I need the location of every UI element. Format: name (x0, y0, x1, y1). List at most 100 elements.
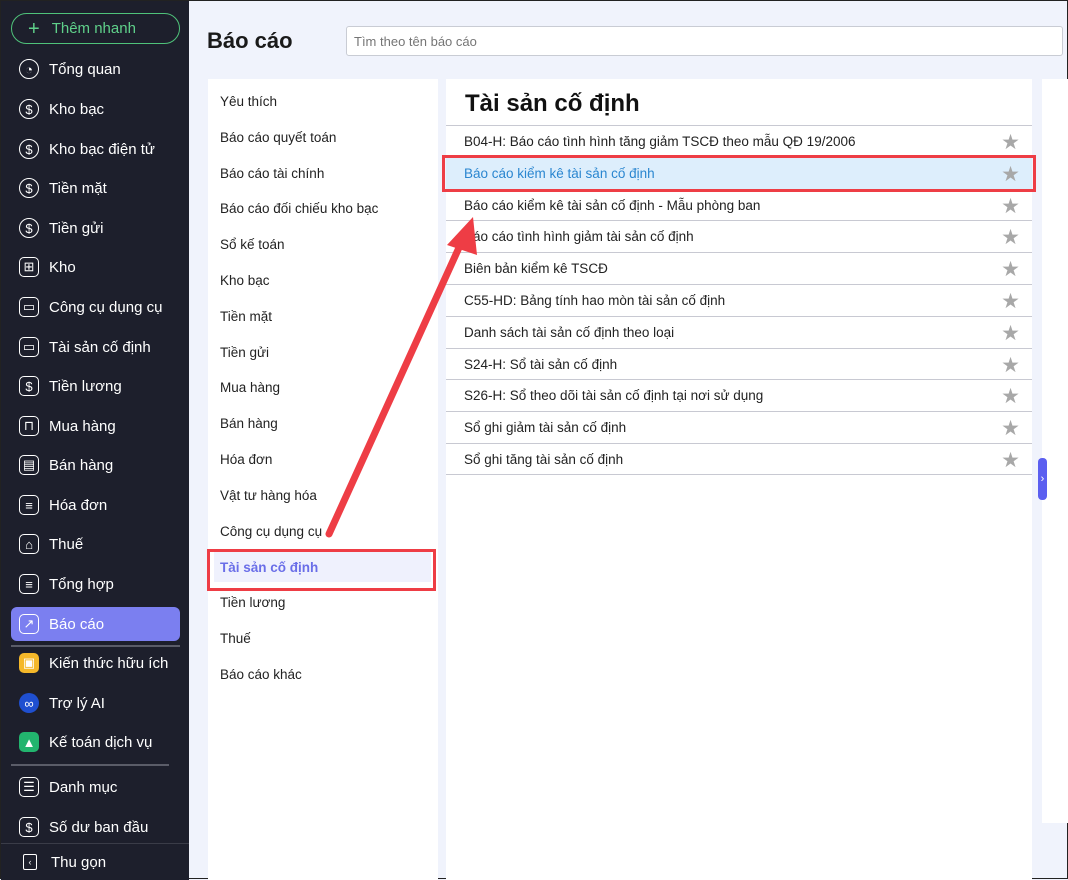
tien-luong-icon: $ (19, 376, 39, 396)
sidebar-item-label: Kho bạc (49, 100, 105, 118)
report-name[interactable]: C55-HD: Bảng tính hao mòn tài sản cố địn… (464, 293, 725, 308)
category-item[interactable]: Mua hàng (220, 380, 280, 395)
category-item[interactable]: Tiền gửi (220, 345, 269, 360)
favorite-star-icon[interactable]: ★ (1001, 448, 1020, 473)
favorite-star-icon[interactable]: ★ (1001, 353, 1020, 378)
report-name[interactable]: Sổ ghi giảm tài sản cố định (464, 420, 626, 435)
sidebar-item-mua-hang[interactable]: ⊓ Mua hàng (11, 409, 180, 443)
collapse-button[interactable]: ‹ Thu gọn (1, 843, 189, 880)
report-row[interactable]: C55-HD: Bảng tính hao mòn tài sản cố địn… (446, 284, 1032, 316)
sidebar-item-label: Tiền gửi (49, 219, 104, 237)
report-name[interactable]: Danh sách tài sản cố định theo loại (464, 325, 674, 340)
expand-panel-button[interactable]: › (1038, 458, 1047, 500)
sidebar-item-tong-quan[interactable]: ◔ Tổng quan (11, 52, 180, 86)
sidebar-item-label: Kế toán dịch vụ (49, 733, 153, 751)
favorite-star-icon[interactable]: ★ (1001, 384, 1020, 409)
report-row[interactable]: Báo cáo kiểm kê tài sản cố định - Mẫu ph… (446, 188, 1032, 221)
favorite-star-icon[interactable]: ★ (1001, 257, 1020, 282)
sidebar-item-tai-san-co-dinh[interactable]: ▭ Tài sản cố định (11, 330, 180, 364)
favorite-star-icon[interactable]: ★ (1001, 130, 1020, 155)
report-name[interactable]: Báo cáo kiểm kê tài sản cố định (464, 166, 655, 181)
danh-muc-icon: ☰ (19, 777, 39, 797)
category-item[interactable]: Báo cáo tài chính (220, 166, 324, 181)
sidebar-item-label: Bán hàng (49, 456, 114, 474)
sidebar-item-label: Tổng hợp (49, 575, 114, 593)
report-row[interactable]: Biên bản kiểm kê TSCĐ ★ (446, 252, 1032, 284)
report-name[interactable]: Sổ ghi tăng tài sản cố định (464, 452, 623, 467)
report-name[interactable]: Báo cáo tình hình giảm tài sản cố định (464, 229, 694, 244)
sidebar-item-kho-bac[interactable]: $ Kho bạc (11, 92, 180, 126)
report-name[interactable]: B04-H: Báo cáo tình hình tăng giảm TSCĐ … (464, 134, 855, 149)
sidebar-item-hoa-don[interactable]: ≡ Hóa đơn (11, 488, 180, 522)
sidebar-item-label: Số dư ban đầu (49, 818, 149, 836)
category-item[interactable]: Kho bạc (220, 273, 270, 288)
report-row[interactable]: B04-H: Báo cáo tình hình tăng giảm TSCĐ … (446, 125, 1032, 157)
divider (11, 645, 180, 647)
sidebar-item-danh-muc[interactable]: ☰ Danh mục (11, 770, 180, 804)
favorite-star-icon[interactable]: ★ (1001, 289, 1020, 314)
report-name[interactable]: Báo cáo kiểm kê tài sản cố định - Mẫu ph… (464, 198, 760, 213)
category-item[interactable]: Tiền mặt (220, 309, 272, 324)
sidebar-item-thue[interactable]: ⌂ Thuế (11, 527, 180, 561)
right-panel (1042, 79, 1068, 823)
sidebar-item-ke-toan-dich-vu[interactable]: ▲ Kế toán dịch vụ (11, 725, 180, 759)
sidebar-item-label: Tài sản cố định (49, 338, 151, 356)
favorite-star-icon[interactable]: ★ (1001, 321, 1020, 346)
quick-add-button[interactable]: + Thêm nhanh (11, 13, 180, 44)
sidebar-item-label: Báo cáo (49, 615, 105, 633)
sidebar-item-tien-mat[interactable]: $ Tiền mặt (11, 171, 180, 205)
sidebar-item-ban-hang[interactable]: ▤ Bán hàng (11, 448, 180, 482)
ke-toan-dich-vu-icon: ▲ (19, 732, 39, 752)
sidebar-item-label: Công cụ dụng cụ (49, 298, 163, 316)
category-item[interactable]: Báo cáo đối chiếu kho bạc (220, 201, 378, 216)
search-input[interactable] (346, 26, 1063, 56)
category-item[interactable]: Bán hàng (220, 416, 278, 431)
sidebar-item-tien-gui[interactable]: $ Tiền gửi (11, 211, 180, 245)
bao-cao-icon: ↗ (19, 614, 39, 634)
tien-mat-icon: $ (19, 178, 39, 198)
sidebar-item-kien-thuc-huu-ich[interactable]: ▣ Kiến thức hữu ích (11, 646, 180, 680)
category-item[interactable]: Yêu thích (220, 94, 277, 109)
favorite-star-icon[interactable]: ★ (1001, 416, 1020, 441)
favorite-star-icon[interactable]: ★ (1001, 194, 1020, 219)
report-row[interactable]: S26-H: Sổ theo dõi tài sản cố định tại n… (446, 379, 1032, 411)
report-name[interactable]: S26-H: Sổ theo dõi tài sản cố định tại n… (464, 388, 763, 403)
sidebar-item-kho[interactable]: ⊞ Kho (11, 250, 180, 284)
report-name[interactable]: S24-H: Sổ tài sản cố định (464, 357, 617, 372)
report-row[interactable]: Danh sách tài sản cố định theo loại ★ (446, 315, 1032, 348)
favorite-star-icon[interactable]: ★ (1001, 225, 1020, 250)
sidebar-item-tro-ly-ai[interactable]: ∞ Trợ lý AI (11, 686, 180, 720)
chevron-right-icon: › (1040, 473, 1045, 485)
cong-cu-dung-cu-icon: ▭ (19, 297, 39, 317)
ban-hang-icon: ▤ (19, 455, 39, 475)
favorite-star-icon[interactable]: ★ (1001, 162, 1020, 187)
sidebar-item-cong-cu-dung-cu[interactable]: ▭ Công cụ dụng cụ (11, 290, 180, 324)
report-row[interactable]: Báo cáo kiểm kê tài sản cố định ★ (446, 156, 1032, 189)
sidebar-item-tien-luong[interactable]: $ Tiền lương (11, 369, 180, 403)
category-item[interactable]: Hóa đơn (220, 452, 272, 467)
category-item[interactable]: Báo cáo khác (220, 667, 302, 682)
so-du-ban-dau-icon: $ (19, 817, 39, 837)
report-name[interactable]: Biên bản kiểm kê TSCĐ (464, 261, 608, 276)
category-item[interactable]: Tài sản cố định (214, 552, 431, 582)
category-item[interactable]: Sổ kế toán (220, 237, 285, 252)
report-row[interactable]: Sổ ghi tăng tài sản cố định ★ (446, 443, 1032, 475)
report-row[interactable]: Báo cáo tình hình giảm tài sản cố định ★ (446, 220, 1032, 252)
category-item[interactable]: Vật tư hàng hóa (220, 488, 317, 503)
category-item[interactable]: Thuế (220, 631, 251, 646)
tien-gui-icon: $ (19, 218, 39, 238)
sidebar-item-tong-hop[interactable]: ≡ Tổng hợp (11, 567, 180, 601)
category-item[interactable]: Tiền lương (220, 595, 285, 610)
report-row[interactable]: S24-H: Sổ tài sản cố định ★ (446, 347, 1032, 380)
sidebar-item-so-du-ban-dau[interactable]: $ Số dư ban đầu (11, 810, 180, 844)
tong-hop-icon: ≡ (19, 574, 39, 594)
kho-bac-dien-tu-icon: $ (19, 139, 39, 159)
sidebar-item-kho-bac-dien-tu[interactable]: $ Kho bạc điện tử (11, 132, 180, 166)
hoa-don-icon: ≡ (19, 495, 39, 515)
report-row[interactable]: Sổ ghi giảm tài sản cố định ★ (446, 411, 1032, 443)
thue-icon: ⌂ (19, 534, 39, 554)
category-item[interactable]: Báo cáo quyết toán (220, 130, 336, 145)
category-list: Yêu thích Báo cáo quyết toán Báo cáo tài c… (208, 79, 438, 880)
category-item[interactable]: Công cụ dụng cụ (220, 524, 322, 539)
sidebar-item-bao-cao[interactable]: ↗ Báo cáo (11, 607, 180, 641)
